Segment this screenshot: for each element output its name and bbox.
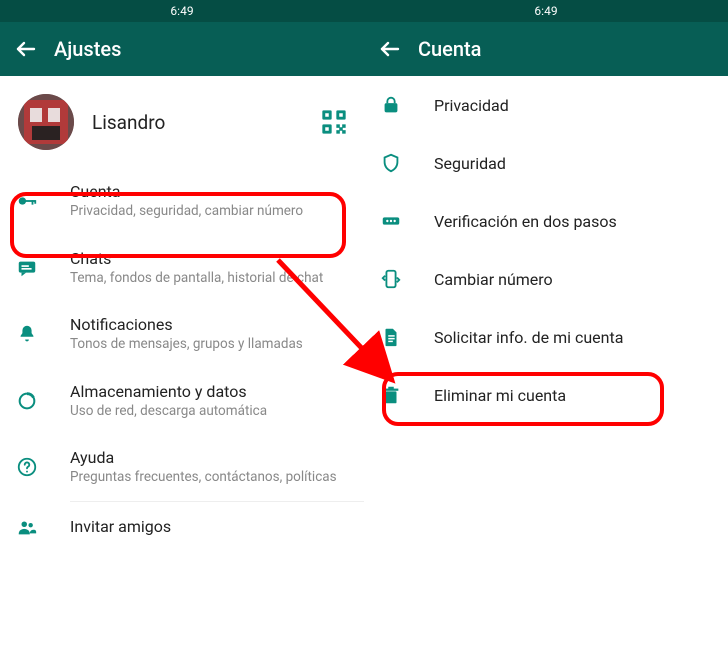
app-bar: Cuenta — [364, 22, 728, 76]
account-item-privacy[interactable]: Privacidad — [364, 76, 728, 134]
row-label: Verificación en dos pasos — [434, 212, 712, 231]
row-label: Privacidad — [434, 96, 712, 115]
row-label: Invitar amigos — [70, 517, 348, 536]
row-label: Notificaciones — [70, 315, 348, 334]
settings-item-help[interactable]: Ayuda Preguntas frecuentes, contáctanos,… — [0, 434, 364, 501]
page-title: Ajustes — [54, 37, 121, 61]
row-label: Chats — [70, 249, 348, 268]
bell-icon — [16, 323, 38, 345]
account-item-request-info[interactable]: Solicitar info. de mi cuenta — [364, 308, 728, 366]
settings-item-account[interactable]: Cuenta Privacidad, seguridad, cambiar nú… — [0, 168, 364, 235]
account-item-delete[interactable]: Eliminar mi cuenta — [364, 366, 728, 424]
settings-item-invite[interactable]: Invitar amigos — [0, 502, 364, 552]
settings-item-chats[interactable]: Chats Tema, fondos de pantalla, historia… — [0, 235, 364, 302]
account-item-two-step[interactable]: Verificación en dos pasos — [364, 192, 728, 250]
data-usage-icon — [16, 390, 38, 412]
status-bar: 6:49 — [364, 0, 728, 22]
arrow-left-icon — [378, 37, 402, 61]
account-screen: 6:49 Cuenta Privacidad Seguridad Verific… — [364, 0, 728, 649]
row-subtitle: Privacidad, seguridad, cambiar número — [70, 203, 348, 221]
row-label: Ayuda — [70, 448, 348, 467]
key-icon — [16, 190, 38, 212]
row-label: Solicitar info. de mi cuenta — [434, 328, 712, 347]
row-label: Eliminar mi cuenta — [434, 386, 712, 405]
back-button[interactable] — [8, 31, 44, 67]
account-item-change-number[interactable]: Cambiar número — [364, 250, 728, 308]
app-bar: Ajustes — [0, 22, 364, 76]
status-bar: 6:49 — [0, 0, 364, 22]
row-subtitle: Uso de red, descarga automática — [70, 403, 348, 421]
row-label: Almacenamiento y datos — [70, 382, 348, 401]
status-time: 6:49 — [534, 4, 557, 18]
avatar — [18, 94, 74, 150]
qr-code-button[interactable] — [320, 108, 348, 136]
settings-item-storage[interactable]: Almacenamiento y datos Uso de red, desca… — [0, 368, 364, 435]
trash-icon — [380, 384, 402, 406]
qr-code-icon — [320, 108, 348, 136]
row-subtitle: Tema, fondos de pantalla, historial de c… — [70, 270, 348, 288]
row-label: Seguridad — [434, 154, 712, 173]
sim-swap-icon — [380, 268, 402, 290]
document-icon — [380, 326, 402, 348]
settings-item-notifications[interactable]: Notificaciones Tonos de mensajes, grupos… — [0, 301, 364, 368]
row-subtitle: Tonos de mensajes, grupos y llamadas — [70, 336, 348, 354]
account-item-security[interactable]: Seguridad — [364, 134, 728, 192]
row-label: Cambiar número — [434, 270, 712, 289]
page-title: Cuenta — [418, 37, 481, 61]
pin-icon — [380, 210, 402, 232]
shield-icon — [380, 152, 402, 174]
profile-name: Lisandro — [92, 111, 320, 134]
lock-icon — [380, 94, 402, 116]
row-label: Cuenta — [70, 182, 348, 201]
arrow-left-icon — [14, 37, 38, 61]
settings-screen: 6:49 Ajustes Lisandro — [0, 0, 364, 649]
profile-row[interactable]: Lisandro — [0, 76, 364, 168]
row-subtitle: Preguntas frecuentes, contáctanos, polít… — [70, 469, 348, 487]
back-button[interactable] — [372, 31, 408, 67]
status-time: 6:49 — [170, 4, 193, 18]
people-icon — [16, 516, 38, 538]
chat-icon — [16, 257, 38, 279]
help-icon — [16, 456, 38, 478]
